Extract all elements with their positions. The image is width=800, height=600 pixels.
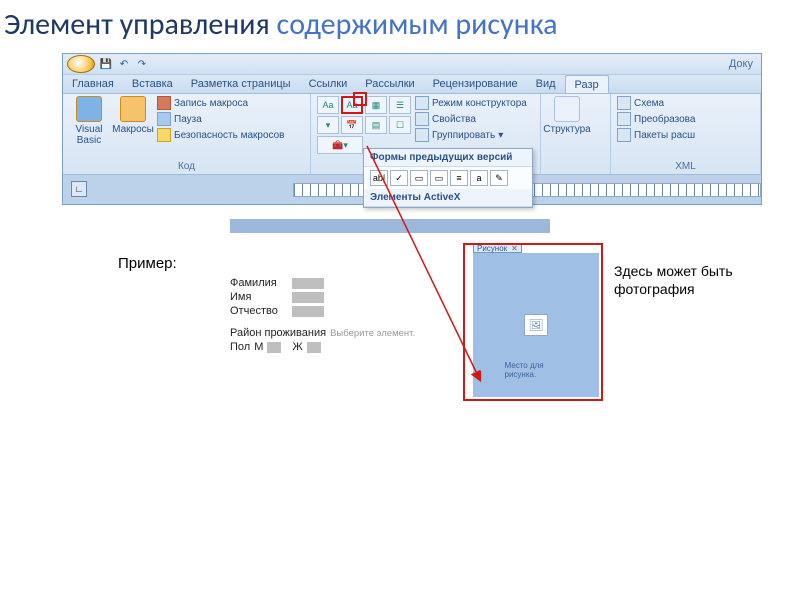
picture-control[interactable]: ▦: [365, 96, 387, 114]
lastname-input[interactable]: [292, 278, 324, 289]
title-accent: содержимым рисунка: [277, 6, 558, 43]
region-hint[interactable]: Выберите элемент.: [330, 328, 415, 339]
macros-button[interactable]: Макросы: [113, 96, 153, 135]
group-code-label: Код: [69, 161, 304, 174]
checkbox-icon[interactable]: ✓: [390, 170, 408, 186]
transform-button[interactable]: Преобразова: [617, 112, 695, 126]
record-macro-button[interactable]: Запись макроса: [157, 96, 285, 110]
dropdown-control[interactable]: ▾: [317, 116, 339, 134]
structure-label: Структура: [543, 124, 590, 135]
frame-icon[interactable]: ▭: [430, 170, 448, 186]
window-title: Доку: [729, 58, 753, 70]
record-macro-label: Запись макроса: [174, 98, 248, 109]
picture-caption: Здесь может быть фотография: [614, 263, 764, 298]
group-xml: Схема Преобразова Пакеты расш XML: [611, 94, 761, 174]
sex-f-input[interactable]: [307, 342, 321, 353]
macros-label: Макросы: [112, 124, 154, 135]
group-button[interactable]: Группировать ▾: [415, 128, 527, 142]
lastname-label: Фамилия: [230, 277, 288, 289]
example-form: Фамилия Имя Отчество Район проживания Вы…: [230, 277, 415, 355]
ribbon-body: Visual Basic Макросы Запись макроса Пауз…: [63, 94, 761, 174]
picture-content-control[interactable]: Рисунок✕ 🖼 Место для рисунка.: [463, 243, 603, 401]
region-label: Район проживания: [230, 327, 326, 339]
popup-legacy-icons: ab| ✓ ▭ ▭ ≡ a ✎: [364, 167, 532, 189]
properties-label: Свойства: [432, 114, 476, 125]
schema-button[interactable]: Схема: [617, 96, 695, 110]
tab-view[interactable]: Вид: [527, 75, 565, 93]
undo-icon[interactable]: ↶: [117, 57, 131, 71]
word-ribbon-screenshot: 💾 ↶ ↷ Доку Главная Вставка Разметка стра…: [62, 53, 762, 205]
sex-m-label: М: [254, 341, 263, 353]
group-xml-label: XML: [617, 161, 754, 174]
visual-basic-button[interactable]: Visual Basic: [69, 96, 109, 146]
ribbon-tabs: Главная Вставка Разметка страницы Ссылки…: [63, 74, 761, 94]
macro-security-label: Безопасность макросов: [174, 130, 285, 141]
tab-refs[interactable]: Ссылки: [300, 75, 357, 93]
expansion-packs-button[interactable]: Пакеты расш: [617, 128, 695, 142]
buildingblock-control[interactable]: ▤: [365, 116, 387, 134]
sex-m-input[interactable]: [267, 342, 281, 353]
textfield-icon[interactable]: ab|: [370, 170, 388, 186]
highlight-square: [353, 92, 367, 106]
tab-align-selector[interactable]: ∟: [71, 181, 87, 197]
label-a-icon[interactable]: a: [470, 170, 488, 186]
structure-button[interactable]: Структура: [547, 96, 587, 135]
legacy-controls-popup: Формы предыдущих версий ab| ✓ ▭ ▭ ≡ a ✎ …: [363, 148, 533, 208]
popup-activex-header: Элементы ActiveX: [364, 189, 532, 207]
firstname-label: Имя: [230, 291, 288, 303]
example-label: Пример:: [118, 255, 177, 272]
date-control[interactable]: 📅: [341, 116, 363, 134]
tab-developer[interactable]: Разр: [565, 75, 609, 93]
legacy-tools-button[interactable]: 🧰▾: [317, 136, 363, 154]
packs-label: Пакеты расш: [634, 130, 695, 141]
pause-label: Пауза: [174, 114, 202, 125]
tab-mailings[interactable]: Рассылки: [356, 75, 423, 93]
group-code: Visual Basic Макросы Запись макроса Пауз…: [63, 94, 311, 174]
patronym-label: Отчество: [230, 305, 288, 317]
picture-highlight: [463, 243, 603, 401]
tab-layout[interactable]: Разметка страницы: [182, 75, 300, 93]
tab-home[interactable]: Главная: [63, 75, 123, 93]
office-button[interactable]: [67, 55, 95, 73]
design-mode-label: Режим конструктора: [432, 98, 527, 109]
richtext-control[interactable]: Aa: [317, 96, 339, 114]
group-btn-label: Группировать: [432, 130, 495, 141]
popup-legacy-header: Формы предыдущих версий: [364, 149, 532, 167]
pause-macro-button[interactable]: Пауза: [157, 112, 285, 126]
redo-icon[interactable]: ↷: [135, 57, 149, 71]
blue-bar: [230, 219, 550, 233]
dropdown-icon[interactable]: ▭: [410, 170, 428, 186]
transform-label: Преобразова: [634, 114, 695, 125]
sex-f-label: Ж: [292, 341, 302, 353]
schema-label: Схема: [634, 98, 664, 109]
design-mode-button[interactable]: Режим конструктора: [415, 96, 527, 110]
tab-review[interactable]: Рецензирование: [424, 75, 527, 93]
shade-icon[interactable]: ✎: [490, 170, 508, 186]
combobox-control[interactable]: ☰: [389, 96, 411, 114]
macro-security-button[interactable]: Безопасность макросов: [157, 128, 285, 142]
tab-insert[interactable]: Вставка: [123, 75, 182, 93]
save-icon[interactable]: 💾: [99, 57, 113, 71]
checkbox-control[interactable]: ☐: [389, 116, 411, 134]
group-structure: Структура: [541, 94, 611, 174]
patronym-input[interactable]: [292, 306, 324, 317]
firstname-input[interactable]: [292, 292, 324, 303]
properties-button[interactable]: Свойства: [415, 112, 527, 126]
list-icon[interactable]: ≡: [450, 170, 468, 186]
group-controls: Aa Aa ▦ ☰ ▾ 📅 ▤ ☐ 🧰▾ Режим конструктора …: [311, 94, 541, 174]
title-part1: Элемент управления: [4, 6, 277, 43]
slide-title: Элемент управления содержимым рисунка: [0, 0, 800, 53]
sex-label: Пол: [230, 341, 250, 353]
visual-basic-label: Visual Basic: [69, 124, 109, 146]
titlebar: 💾 ↶ ↷ Доку: [63, 54, 761, 74]
